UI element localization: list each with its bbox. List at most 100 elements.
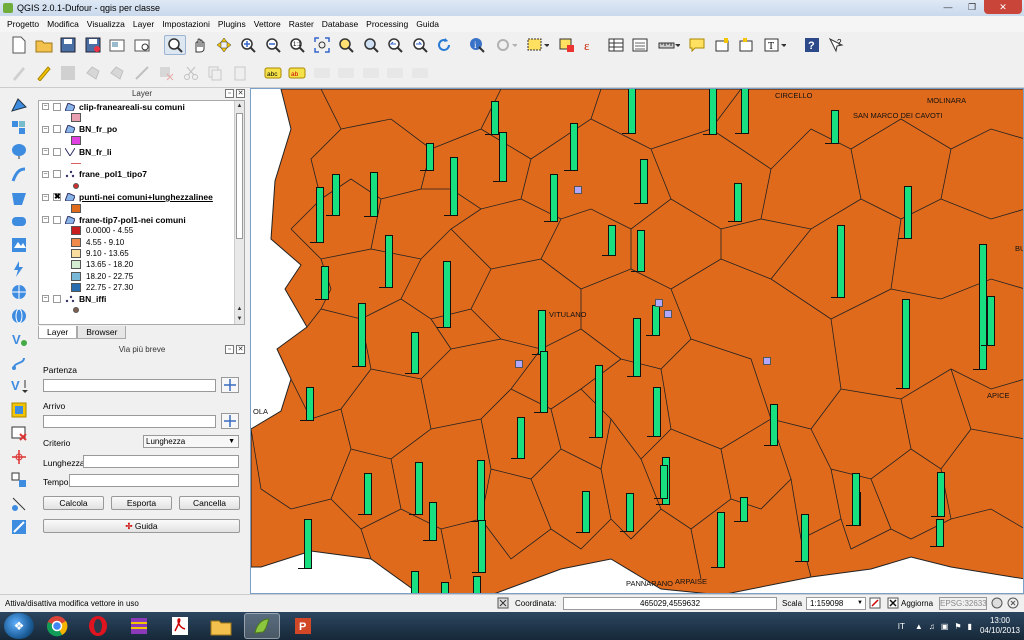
layer-row[interactable]: – frane_pol1_tipo7 [39, 169, 244, 180]
calculate-button[interactable]: Calcola [43, 496, 104, 510]
rotate-label-icon[interactable] [384, 63, 406, 83]
qgis-taskbar-icon[interactable] [244, 613, 280, 639]
close-panel-button[interactable]: ✕ [236, 345, 245, 354]
add-postgis-icon[interactable] [8, 141, 30, 161]
close-button[interactable]: ✕ [984, 0, 1022, 14]
collapse-icon[interactable]: – [42, 148, 49, 156]
gps-icon[interactable] [8, 494, 30, 514]
zoom-in-icon[interactable] [237, 35, 259, 55]
zoom-last-icon[interactable] [384, 35, 406, 55]
stop-render-icon[interactable] [868, 596, 882, 610]
opera-icon[interactable] [80, 613, 116, 639]
tab-browser[interactable]: Browser [77, 326, 127, 339]
remove-layer-icon[interactable] [8, 423, 30, 443]
menu-visualizza[interactable]: Visualizza [83, 19, 129, 29]
length-field[interactable] [83, 455, 239, 468]
menu-modifica[interactable]: Modifica [43, 19, 83, 29]
volume-icon[interactable]: ♫ [929, 622, 935, 631]
add-raster-icon[interactable] [8, 118, 30, 138]
collapse-icon[interactable]: – [42, 103, 49, 111]
show-hide-labels-icon[interactable] [335, 63, 357, 83]
tray-arrow-icon[interactable]: ▲ [915, 622, 923, 631]
add-oracle-icon[interactable] [8, 212, 30, 232]
new-bookmark-icon[interactable] [711, 35, 733, 55]
collapse-icon[interactable]: – [42, 295, 49, 303]
zoom-next-icon[interactable] [409, 35, 431, 55]
action-icon[interactable] [491, 35, 521, 55]
pick-end-button[interactable] [221, 413, 239, 429]
criterion-select[interactable]: Lunghezza ▼ [143, 435, 239, 448]
menu-raster[interactable]: Raster [285, 19, 318, 29]
pan-map-icon[interactable] [188, 35, 210, 55]
zoom-full-icon[interactable] [311, 35, 333, 55]
render-checkbox[interactable] [886, 596, 900, 610]
zoom-out-icon[interactable] [262, 35, 284, 55]
open-project-icon[interactable] [33, 35, 55, 55]
menu-plugins[interactable]: Plugins [214, 19, 250, 29]
layer-checkbox[interactable] [53, 125, 61, 134]
deselect-icon[interactable] [556, 35, 578, 55]
add-feature-icon[interactable] [82, 63, 104, 83]
georeferencer-icon[interactable] [8, 517, 30, 537]
scroll-down-icon[interactable]: ▼ [235, 314, 244, 324]
snapping-icon[interactable] [8, 470, 30, 490]
cut-features-icon[interactable] [180, 63, 202, 83]
copy-features-icon[interactable] [204, 63, 226, 83]
scale-combo[interactable]: 1:159098 ▼ [806, 597, 866, 610]
explorer-icon[interactable] [203, 613, 239, 639]
whats-this-icon[interactable]: ? [825, 35, 847, 55]
layer-tree[interactable]: – clip-franeareali-su comuni – BN_fr_po – B… [38, 100, 245, 325]
digitize-cross-icon[interactable] [8, 447, 30, 467]
delete-selected-icon[interactable] [155, 63, 177, 83]
coordinate-toggle-icon[interactable] [496, 596, 510, 610]
attribute-table-icon[interactable] [605, 35, 627, 55]
help-button[interactable]: ✢ Guida [43, 519, 240, 533]
float-panel-button[interactable]: ▫ [225, 345, 234, 354]
crs-globe-icon[interactable] [990, 596, 1004, 610]
menu-vettore[interactable]: Vettore [250, 19, 285, 29]
add-virtual-layer-icon[interactable]: V [8, 329, 30, 349]
layer-row[interactable]: – frane-tip7-pol1-nei comuni [39, 214, 244, 225]
paste-features-icon[interactable] [229, 63, 251, 83]
layer-checkbox[interactable]: ✖ [53, 193, 61, 202]
pick-start-button[interactable] [221, 377, 239, 393]
start-button[interactable]: ❖ [4, 613, 34, 639]
export-button[interactable]: Esporta [111, 496, 172, 510]
crs-status[interactable]: EPSG:32633 [939, 597, 987, 610]
save-edits-icon[interactable] [57, 63, 79, 83]
new-project-icon[interactable] [8, 35, 30, 55]
layer-row[interactable]: – BN_iffi [39, 293, 244, 304]
add-wfs-icon[interactable] [8, 282, 30, 302]
map-canvas[interactable]: CIRCELLO MOLINARA SAN MARCO DEI CAVOTI V… [250, 88, 1024, 594]
zoom-to-selection-icon[interactable] [335, 35, 357, 55]
time-field[interactable] [69, 474, 239, 487]
node-tool-icon[interactable] [131, 63, 153, 83]
add-wcs-icon[interactable] [8, 259, 30, 279]
collapse-icon[interactable]: – [42, 216, 49, 224]
select-features-icon[interactable] [523, 35, 553, 55]
label-layer-icon[interactable]: abc [262, 63, 284, 83]
help-icon[interactable]: ? [801, 35, 823, 55]
start-input[interactable] [43, 379, 216, 392]
move-label-icon[interactable] [360, 63, 382, 83]
add-vector-icon[interactable] [8, 94, 30, 114]
layer-row[interactable]: – BN_fr_li [39, 146, 244, 157]
pan-zoom-select-icon[interactable] [163, 35, 186, 55]
layer-checkbox[interactable] [53, 215, 61, 224]
add-wms-icon[interactable] [8, 235, 30, 255]
scroll-thumb[interactable] [236, 113, 243, 239]
messages-icon[interactable] [1006, 596, 1020, 610]
layer-row[interactable]: – BN_fr_po [39, 124, 244, 135]
winrar-icon[interactable] [121, 613, 157, 639]
chrome-icon[interactable] [39, 613, 75, 639]
collapse-icon[interactable]: – [42, 193, 49, 201]
acrobat-icon[interactable] [162, 613, 198, 639]
collapse-icon[interactable]: – [42, 125, 49, 133]
maximize-button[interactable]: ❐ [960, 0, 984, 14]
pin-labels-icon[interactable] [311, 63, 333, 83]
scroll-down-icon[interactable]: ▲ [235, 304, 244, 314]
toggle-editing-icon[interactable] [33, 63, 55, 83]
layer-checkbox[interactable] [53, 294, 61, 303]
flag-icon[interactable]: ⚑ [954, 622, 961, 631]
move-feature-icon[interactable] [106, 63, 128, 83]
